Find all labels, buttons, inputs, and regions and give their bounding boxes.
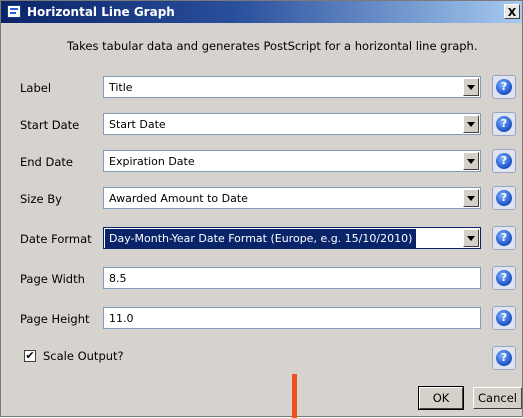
chevron-down-icon[interactable] <box>463 115 479 133</box>
help-icon: ? <box>496 230 512 246</box>
page-height-input[interactable]: 11.0 <box>103 307 481 329</box>
chevron-down-icon[interactable] <box>463 229 479 247</box>
date-format-dropdown-value: Day-Month-Year Date Format (Europe, e.g.… <box>105 229 417 248</box>
label-help-button[interactable]: ? <box>492 75 516 99</box>
page-width-input-value: 8.5 <box>109 272 127 285</box>
chevron-down-icon[interactable] <box>463 189 479 207</box>
date-format-help-button[interactable]: ? <box>492 226 516 250</box>
end-date-label: End Date <box>20 155 73 169</box>
title-bar[interactable]: Horizontal Line Graph X <box>1 1 522 23</box>
end-date-dropdown-value: Expiration Date <box>109 155 195 168</box>
orange-marker <box>292 374 297 418</box>
dialog-window: Horizontal Line Graph X Takes tabular da… <box>0 0 523 418</box>
page-height-input-value: 11.0 <box>109 312 134 325</box>
label-label: Label <box>20 81 52 95</box>
help-icon: ? <box>496 190 512 206</box>
scale-output-label[interactable]: Scale Output? <box>43 349 124 363</box>
page-width-label: Page Width <box>20 272 85 286</box>
label-dropdown-value: Title <box>109 81 133 94</box>
start-date-dropdown[interactable]: Start Date <box>103 113 481 135</box>
chevron-down-icon[interactable] <box>463 78 479 96</box>
page-width-help-button[interactable]: ? <box>492 266 516 290</box>
app-icon <box>7 5 21 18</box>
end-date-help-button[interactable]: ? <box>492 149 516 173</box>
close-button[interactable]: X <box>504 4 520 19</box>
scale-output-checkbox[interactable]: ✔ <box>24 350 36 362</box>
start-date-dropdown-value: Start Date <box>109 118 166 131</box>
cancel-button[interactable]: Cancel <box>473 387 522 409</box>
page-width-input[interactable]: 8.5 <box>103 267 481 289</box>
help-icon: ? <box>496 79 512 95</box>
help-icon: ? <box>496 153 512 169</box>
label-dropdown[interactable]: Title <box>103 76 481 98</box>
start-date-help-button[interactable]: ? <box>492 112 516 136</box>
size-by-dropdown[interactable]: Awarded Amount to Date <box>103 187 481 209</box>
end-date-dropdown[interactable]: Expiration Date <box>103 150 481 172</box>
chevron-down-icon[interactable] <box>463 152 479 170</box>
start-date-label: Start Date <box>20 118 80 132</box>
window-title: Horizontal Line Graph <box>27 5 175 19</box>
page-height-help-button[interactable]: ? <box>492 306 516 330</box>
description-text: Takes tabular data and generates PostScr… <box>67 39 478 53</box>
size-by-help-button[interactable]: ? <box>492 186 516 210</box>
scale-output-help-button[interactable]: ? <box>492 346 516 370</box>
help-icon: ? <box>496 310 512 326</box>
page-height-label: Page Height <box>20 312 90 326</box>
date-format-label: Date Format <box>20 232 92 246</box>
date-format-dropdown[interactable]: Day-Month-Year Date Format (Europe, e.g.… <box>103 227 481 249</box>
ok-button[interactable]: OK <box>418 386 464 410</box>
size-by-dropdown-value: Awarded Amount to Date <box>109 192 248 205</box>
size-by-label: Size By <box>20 192 62 206</box>
help-icon: ? <box>496 116 512 132</box>
help-icon: ? <box>496 270 512 286</box>
help-icon: ? <box>496 350 512 366</box>
